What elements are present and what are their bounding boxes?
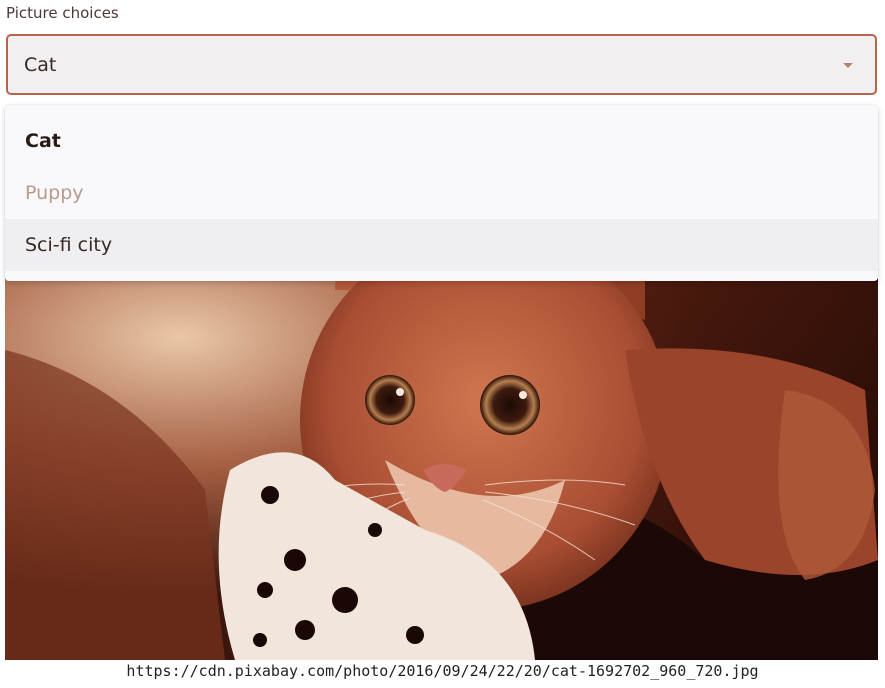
- image-url-caption: https://cdn.pixabay.com/photo/2016/09/24…: [126, 662, 759, 680]
- chevron-down-icon: [843, 63, 853, 68]
- dropdown-menu: Cat Puppy Sci-fi city: [5, 105, 878, 281]
- cat-image: [5, 230, 878, 660]
- menu-item-puppy[interactable]: Puppy: [5, 167, 878, 219]
- picture-select[interactable]: Cat: [6, 34, 877, 95]
- select-value: Cat: [24, 53, 57, 76]
- field-label: Picture choices: [6, 4, 119, 22]
- menu-item-cat[interactable]: Cat: [5, 115, 878, 167]
- menu-item-sci-fi-city[interactable]: Sci-fi city: [5, 219, 878, 271]
